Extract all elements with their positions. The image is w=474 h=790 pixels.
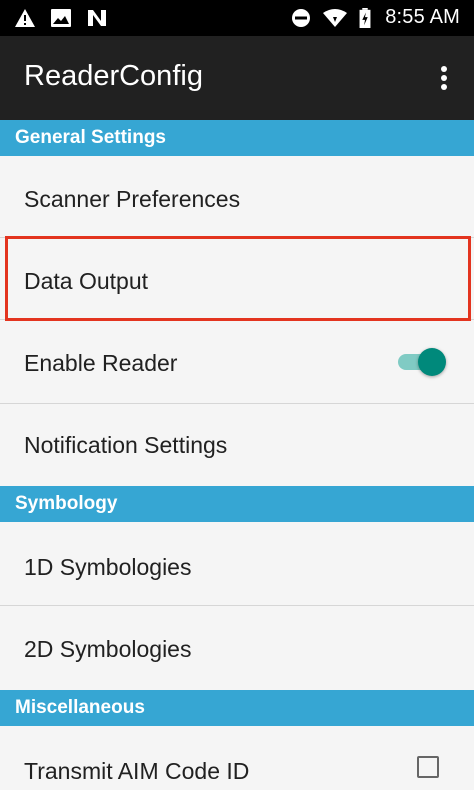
battery-charging-icon (359, 8, 371, 28)
enable-reader-toggle[interactable] (394, 342, 446, 382)
overflow-menu-icon[interactable] (432, 62, 456, 94)
app-title: ReaderConfig (24, 60, 203, 92)
section-header-general-settings: General Settings (0, 120, 474, 156)
list-item-scanner-preferences[interactable]: Scanner Preferences (0, 156, 474, 238)
warning-icon (15, 9, 35, 27)
image-icon (51, 9, 71, 27)
list-item-notification-settings[interactable]: Notification Settings (0, 404, 474, 486)
section-header-miscellaneous: Miscellaneous (0, 690, 474, 726)
wifi-icon (323, 9, 347, 27)
toggle-thumb (418, 348, 446, 376)
app-bar: ReaderConfig (0, 36, 474, 120)
n-icon (88, 10, 106, 26)
list-item-2d-symbologies[interactable]: 2D Symbologies (0, 606, 474, 690)
list-item-1d-symbologies[interactable]: 1D Symbologies (0, 522, 474, 606)
list-item-enable-reader[interactable]: Enable Reader (0, 320, 474, 404)
do-not-disturb-icon (292, 9, 310, 27)
clock: 8:55 AM (385, 6, 460, 28)
transmit-aim-code-id-checkbox[interactable] (417, 756, 439, 778)
status-bar: 8:55 AM (0, 0, 474, 36)
section-header-symbology: Symbology (0, 486, 474, 522)
list-item-data-output[interactable]: Data Output (0, 238, 474, 320)
list-item-transmit-aim-code-id[interactable]: Transmit AIM Code ID (0, 726, 474, 790)
